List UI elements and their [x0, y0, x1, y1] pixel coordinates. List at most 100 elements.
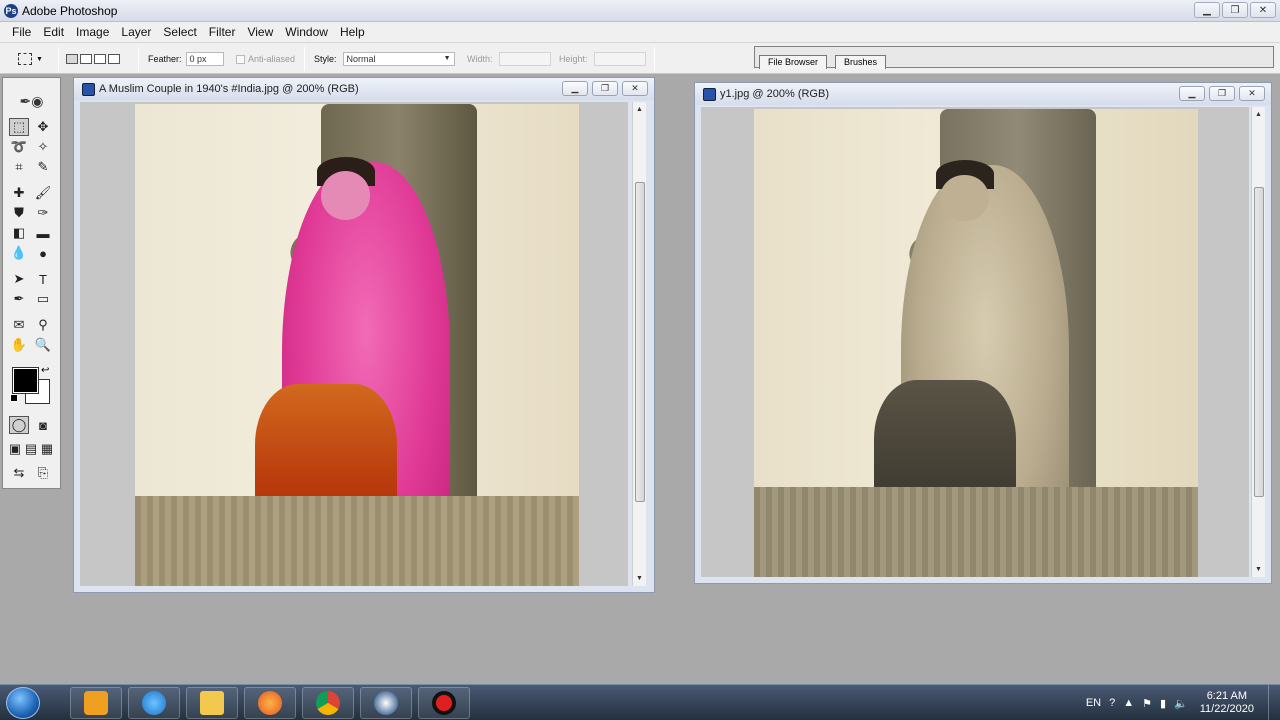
- help-icon[interactable]: ?: [1109, 697, 1115, 709]
- volume-icon[interactable]: 🔈: [1174, 697, 1188, 710]
- restore-button[interactable]: ❐: [1222, 2, 1248, 18]
- menu-image[interactable]: Image: [70, 25, 115, 39]
- type-tool-icon[interactable]: T: [33, 270, 53, 288]
- intersect-selection-icon[interactable]: [108, 54, 120, 64]
- feather-logo-icon[interactable]: ✒◉: [5, 90, 58, 112]
- feather-input[interactable]: 0 px: [185, 52, 224, 66]
- doc-minimize-button[interactable]: ▁: [1179, 86, 1205, 101]
- show-desktop-button[interactable]: [1268, 685, 1280, 720]
- slice-tool-icon[interactable]: ✎: [33, 158, 53, 176]
- tray-expand-icon[interactable]: ▲: [1123, 697, 1134, 709]
- style-label: Style:: [314, 54, 337, 64]
- clock-date: 11/22/2020: [1199, 703, 1254, 715]
- subtract-selection-icon[interactable]: [94, 54, 106, 64]
- vertical-scrollbar[interactable]: ▲ ▼: [632, 102, 646, 586]
- close-button[interactable]: ✕: [1250, 2, 1276, 18]
- add-selection-icon[interactable]: [80, 54, 92, 64]
- document-canvas[interactable]: [701, 107, 1249, 577]
- dodge-tool-icon[interactable]: ●: [33, 244, 53, 262]
- minimize-button[interactable]: ▁: [1194, 2, 1220, 18]
- healing-brush-tool-icon[interactable]: ✚: [9, 184, 29, 202]
- new-selection-icon[interactable]: [66, 54, 78, 64]
- scroll-up-icon[interactable]: ▲: [1255, 111, 1262, 118]
- menu-view[interactable]: View: [241, 25, 279, 39]
- default-colors-icon[interactable]: [10, 394, 18, 402]
- height-input[interactable]: [593, 52, 646, 66]
- firefox-icon[interactable]: [244, 687, 296, 719]
- language-indicator[interactable]: EN: [1086, 697, 1101, 709]
- brush-tool-icon[interactable]: 🖌: [33, 184, 53, 202]
- recorder-icon[interactable]: [418, 687, 470, 719]
- imageready-icon[interactable]: ⎘: [33, 464, 53, 482]
- doc-close-button[interactable]: ✕: [622, 81, 648, 96]
- media-player-icon[interactable]: [70, 687, 122, 719]
- clock[interactable]: 6:21 AM 11/22/2020: [1200, 690, 1254, 716]
- menu-help[interactable]: Help: [334, 25, 371, 39]
- lasso-tool-icon[interactable]: ➰: [9, 138, 29, 156]
- chevron-down-icon: ▼: [443, 55, 451, 62]
- magic-wand-tool-icon[interactable]: ✧: [33, 138, 53, 156]
- standard-screen-mode-icon[interactable]: ▣: [7, 440, 23, 458]
- full-screen-menu-mode-icon[interactable]: ▤: [23, 440, 39, 458]
- pen-tool-icon[interactable]: ✒: [9, 290, 29, 308]
- document-canvas[interactable]: [80, 102, 628, 586]
- hand-tool-icon[interactable]: ✋: [9, 336, 29, 354]
- network-icon[interactable]: ▮: [1160, 697, 1166, 710]
- menu-layer[interactable]: Layer: [115, 25, 157, 39]
- path-selection-tool-icon[interactable]: ➤: [9, 270, 29, 288]
- move-tool-icon[interactable]: ✥: [33, 118, 53, 136]
- history-brush-tool-icon[interactable]: ✑: [33, 204, 53, 222]
- scroll-thumb[interactable]: [1254, 187, 1264, 497]
- scroll-up-icon[interactable]: ▲: [636, 106, 643, 113]
- tab-file-browser[interactable]: File Browser: [759, 55, 828, 69]
- notes-tool-icon[interactable]: ✉: [9, 316, 29, 334]
- foreground-color-swatch-top[interactable]: [13, 368, 38, 393]
- chrome-icon[interactable]: [302, 687, 354, 719]
- swap-colors-icon[interactable]: ↩: [41, 365, 49, 376]
- antialiased-checkbox[interactable]: [236, 54, 245, 64]
- standard-mode-icon[interactable]: ◯: [9, 416, 29, 434]
- doc-maximize-button[interactable]: ❐: [1209, 86, 1235, 101]
- width-input[interactable]: [498, 52, 551, 66]
- scroll-thumb[interactable]: [635, 182, 645, 502]
- start-button-icon[interactable]: [6, 687, 40, 719]
- tab-brushes[interactable]: Brushes: [835, 55, 887, 69]
- marquee-tool-icon[interactable]: ⬚: [9, 118, 29, 136]
- action-center-flag-icon[interactable]: ⚑: [1142, 697, 1152, 710]
- document-title: y1.jpg @ 200% (RGB): [720, 88, 829, 100]
- shape-tool-icon[interactable]: ▭: [33, 290, 53, 308]
- full-screen-mode-icon[interactable]: ▦: [39, 440, 55, 458]
- blur-tool-icon[interactable]: 💧: [9, 244, 29, 262]
- internet-explorer-icon[interactable]: [128, 687, 180, 719]
- quick-mask-mode-icon[interactable]: ◙: [33, 416, 53, 434]
- menu-window[interactable]: Window: [279, 25, 334, 39]
- menu-file[interactable]: File: [6, 25, 37, 39]
- photoshop-taskbar-icon[interactable]: [360, 687, 412, 719]
- document-window-color: A Muslim Couple in 1940's #India.jpg @ 2…: [73, 77, 655, 593]
- document-title-bar: A Muslim Couple in 1940's #India.jpg @ 2…: [74, 78, 654, 100]
- file-explorer-icon[interactable]: [186, 687, 238, 719]
- doc-close-button[interactable]: ✕: [1239, 86, 1265, 101]
- width-label: Width:: [467, 54, 493, 64]
- gradient-tool-icon[interactable]: ▬: [33, 224, 53, 242]
- clone-stamp-tool-icon[interactable]: ⛊: [9, 204, 29, 222]
- scroll-down-icon[interactable]: ▼: [1255, 566, 1262, 573]
- crop-tool-icon[interactable]: ⌗: [9, 158, 29, 176]
- zoom-tool-icon[interactable]: 🔍: [33, 336, 53, 354]
- vertical-scrollbar[interactable]: ▲ ▼: [1251, 107, 1265, 577]
- doc-minimize-button[interactable]: ▁: [562, 81, 588, 96]
- document-icon: [82, 82, 95, 96]
- feather-label: Feather:: [148, 54, 182, 64]
- menu-select[interactable]: Select: [157, 25, 202, 39]
- eraser-tool-icon[interactable]: ◧: [9, 224, 29, 242]
- tool-preset-picker[interactable]: ▼: [18, 43, 43, 75]
- scroll-down-icon[interactable]: ▼: [636, 575, 643, 582]
- menu-filter[interactable]: Filter: [203, 25, 242, 39]
- jump-to-imageready-icon[interactable]: ⇆: [9, 464, 29, 482]
- eyedropper-tool-icon[interactable]: ⚲: [33, 316, 53, 334]
- app-title-bar: Ps Adobe Photoshop ▁ ❐ ✕: [0, 0, 1280, 22]
- doc-maximize-button[interactable]: ❐: [592, 81, 618, 96]
- taskbar: EN ? ▲ ⚑ ▮ 🔈 6:21 AM 11/22/2020: [0, 684, 1280, 720]
- style-select[interactable]: Normal ▼: [342, 52, 455, 66]
- menu-edit[interactable]: Edit: [37, 25, 70, 39]
